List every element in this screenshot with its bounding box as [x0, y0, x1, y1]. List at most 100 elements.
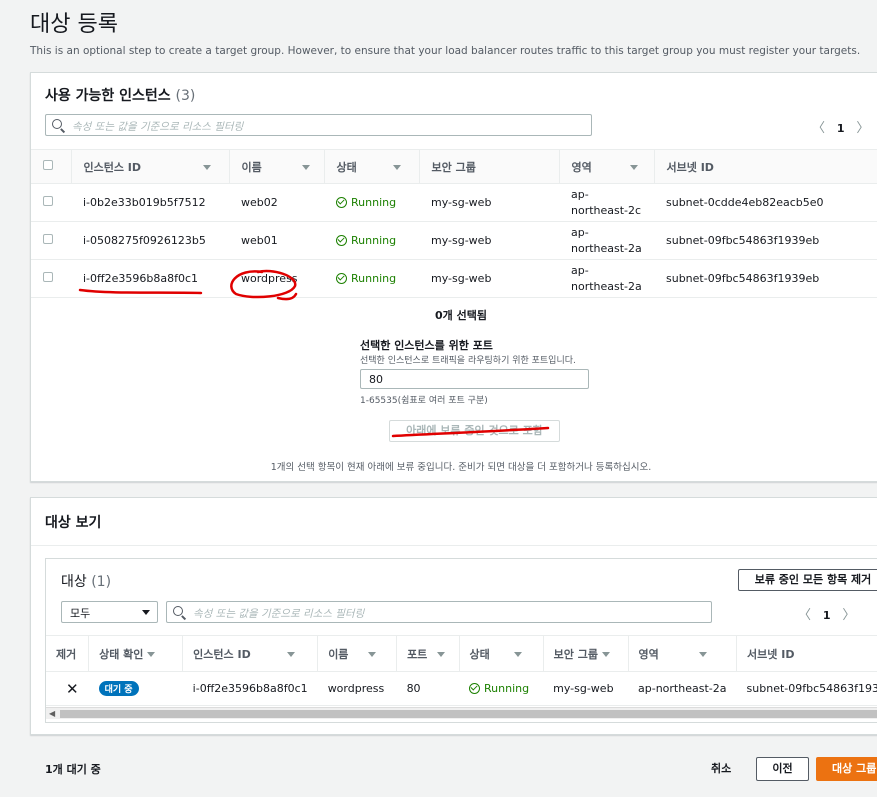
- scroll-left-icon[interactable]: ◀: [49, 709, 55, 718]
- instance-subnet: subnet-0cdde4eb82eacb5e0: [654, 183, 877, 222]
- col-instance-id[interactable]: 인스턴스 ID: [182, 635, 319, 672]
- col-remove: 제거: [46, 635, 90, 672]
- instance-sg: my-sg-web: [419, 183, 559, 222]
- col-subnet-id: 서브넷 ID: [736, 635, 877, 672]
- col-health[interactable]: 상태 확인: [88, 635, 184, 672]
- sort-icon: [437, 652, 446, 657]
- target-filter-input[interactable]: 속성 또는 값을 기준으로 리소스 필터링: [166, 601, 712, 623]
- col-security-group[interactable]: 보안 그룹: [543, 635, 629, 672]
- col-state[interactable]: 상태: [324, 149, 420, 184]
- cancel-button[interactable]: 취소: [711, 760, 731, 776]
- sort-icon: [629, 165, 638, 170]
- target-pagination: 〈 1 〉: [798, 604, 855, 623]
- available-instances-table: 인스턴스 ID 이름 상태 보안 그룹 영역 서브넷 ID i-0b2e33b0…: [31, 149, 877, 298]
- page-description: This is an optional step to create a tar…: [30, 45, 861, 57]
- instance-filter-input[interactable]: 속성 또는 값을 기준으로 리소스 필터링: [45, 114, 592, 136]
- check-circle-icon: [336, 235, 347, 246]
- table-row[interactable]: i-0508275f0926123b5 web01 Running my-sg-…: [31, 221, 877, 260]
- target-zone: ap-northeast-2a: [628, 671, 737, 706]
- instance-subnet: subnet-09fbc54863f1939eb: [654, 221, 877, 260]
- col-security-group: 보안 그룹: [419, 149, 560, 184]
- target-sg: my-sg-web: [543, 671, 629, 706]
- instance-sg: my-sg-web: [419, 259, 559, 298]
- available-instances-title: 사용 가능한 인스턴스 (3): [45, 88, 196, 104]
- search-icon: [173, 606, 183, 616]
- instance-zone: ap-northeast-2c: [559, 183, 654, 222]
- targets-panel: 대상 (1) 보류 중인 모든 항목 제거 모두 속성 또는 값을 기준으로 리…: [45, 558, 877, 723]
- row-checkbox[interactable]: [43, 196, 53, 206]
- instance-id: i-0508275f0926123b5: [71, 221, 229, 260]
- check-circle-icon: [469, 683, 481, 694]
- instance-zone: ap-northeast-2a: [559, 259, 654, 298]
- sort-icon: [202, 165, 211, 170]
- target-name: wordpress: [317, 671, 397, 706]
- remove-all-pending-button[interactable]: 보류 중인 모든 항목 제거: [738, 569, 877, 591]
- col-subnet-id: 서브넷 ID: [654, 149, 877, 184]
- pending-note: 1개의 선택 항목이 현재 아래에 보류 중입니다. 준비가 되면 대상을 더 …: [270, 462, 652, 473]
- instance-state: Running: [324, 221, 419, 260]
- col-instance-id[interactable]: 인스턴스 ID: [71, 149, 230, 184]
- table-row: ✕ 대기 중 i-0ff2e3596b8a8f0c1 wordpress 80 …: [46, 671, 877, 706]
- table-row[interactable]: i-0ff2e3596b8a8f0c1 wordpress Running my…: [31, 259, 877, 298]
- instance-pagination: 〈 1 〉: [812, 117, 869, 136]
- select-all-checkbox[interactable]: [43, 160, 53, 170]
- port-description: 선택한 인스턴스로 트래픽을 라우팅하기 위한 포트입니다.: [360, 356, 576, 366]
- horizontal-scrollbar[interactable]: ◀: [46, 707, 877, 719]
- col-state[interactable]: 상태: [459, 635, 544, 672]
- targets-table: 제거 상태 확인 인스턴스 ID 이름 포트 상태 보안 그룹 영역 서브넷 I…: [46, 635, 877, 706]
- targets-title: 대상 (1): [61, 574, 112, 590]
- col-zone[interactable]: 영역: [628, 635, 738, 672]
- instance-sg: my-sg-web: [419, 221, 559, 260]
- target-instance-id: i-0ff2e3596b8a8f0c1: [182, 671, 318, 706]
- caret-down-icon: [142, 610, 150, 615]
- include-pending-button[interactable]: 아래에 보류 중인 것으로 포함: [389, 420, 560, 442]
- review-targets-panel: 대상 보기 대상 (1) 보류 중인 모든 항목 제거 모두 속성 또는 값을 …: [30, 497, 877, 735]
- row-checkbox[interactable]: [43, 272, 53, 282]
- prev-page-icon[interactable]: 〈: [812, 117, 825, 136]
- sort-icon: [368, 652, 377, 657]
- sort-icon: [392, 165, 401, 170]
- previous-button[interactable]: 이전: [756, 757, 809, 781]
- instance-zone: ap-northeast-2a: [559, 221, 654, 260]
- instance-name: web01: [229, 221, 324, 260]
- col-zone[interactable]: 영역: [559, 149, 655, 184]
- available-instances-count: (3): [175, 88, 196, 104]
- table-row[interactable]: i-0b2e33b019b5f7512 web02 Running my-sg-…: [31, 183, 877, 222]
- instance-filter-placeholder: 속성 또는 값을 기준으로 리소스 필터링: [72, 121, 244, 133]
- check-circle-icon: [336, 273, 347, 284]
- current-page[interactable]: 1: [837, 122, 845, 135]
- row-checkbox[interactable]: [43, 234, 53, 244]
- prev-page-icon[interactable]: 〈: [798, 604, 811, 623]
- sort-icon: [301, 165, 310, 170]
- check-circle-icon: [336, 197, 347, 208]
- target-subnet: subnet-09fbc54863f1939: [736, 671, 877, 706]
- instance-name: web02: [229, 183, 324, 222]
- instance-subnet: subnet-09fbc54863f1939eb: [654, 259, 877, 298]
- next-page-icon[interactable]: 〉: [842, 604, 855, 623]
- targets-count: (1): [91, 574, 112, 590]
- sort-icon: [698, 652, 707, 657]
- instance-name: wordpress: [229, 259, 324, 298]
- instance-state: Running: [324, 183, 419, 222]
- instance-id: i-0b2e33b019b5f7512: [71, 183, 229, 222]
- instance-state: Running: [324, 259, 419, 298]
- review-title: 대상 보기: [45, 515, 102, 531]
- sort-icon: [513, 652, 522, 657]
- review-header: 대상 보기: [31, 498, 877, 546]
- next-page-icon[interactable]: 〉: [856, 117, 869, 136]
- current-page[interactable]: 1: [823, 609, 831, 622]
- port-label: 선택한 인스턴스를 위한 포트: [360, 339, 493, 352]
- remove-icon[interactable]: ✕: [66, 680, 79, 698]
- col-port[interactable]: 포트: [396, 635, 460, 672]
- col-name[interactable]: 이름: [317, 635, 398, 672]
- sort-icon: [147, 652, 156, 657]
- port-input[interactable]: 80: [360, 369, 589, 389]
- create-target-group-button[interactable]: 대상 그룹 생성: [816, 757, 877, 781]
- col-name[interactable]: 이름: [229, 149, 325, 184]
- filter-dropdown[interactable]: 모두: [61, 601, 158, 623]
- sort-icon: [601, 652, 610, 657]
- selected-count: 0개 선택됨: [435, 309, 487, 322]
- scrollbar-thumb[interactable]: [60, 710, 877, 718]
- target-filter-placeholder: 속성 또는 값을 기준으로 리소스 필터링: [193, 608, 365, 620]
- target-port: 80: [396, 671, 460, 706]
